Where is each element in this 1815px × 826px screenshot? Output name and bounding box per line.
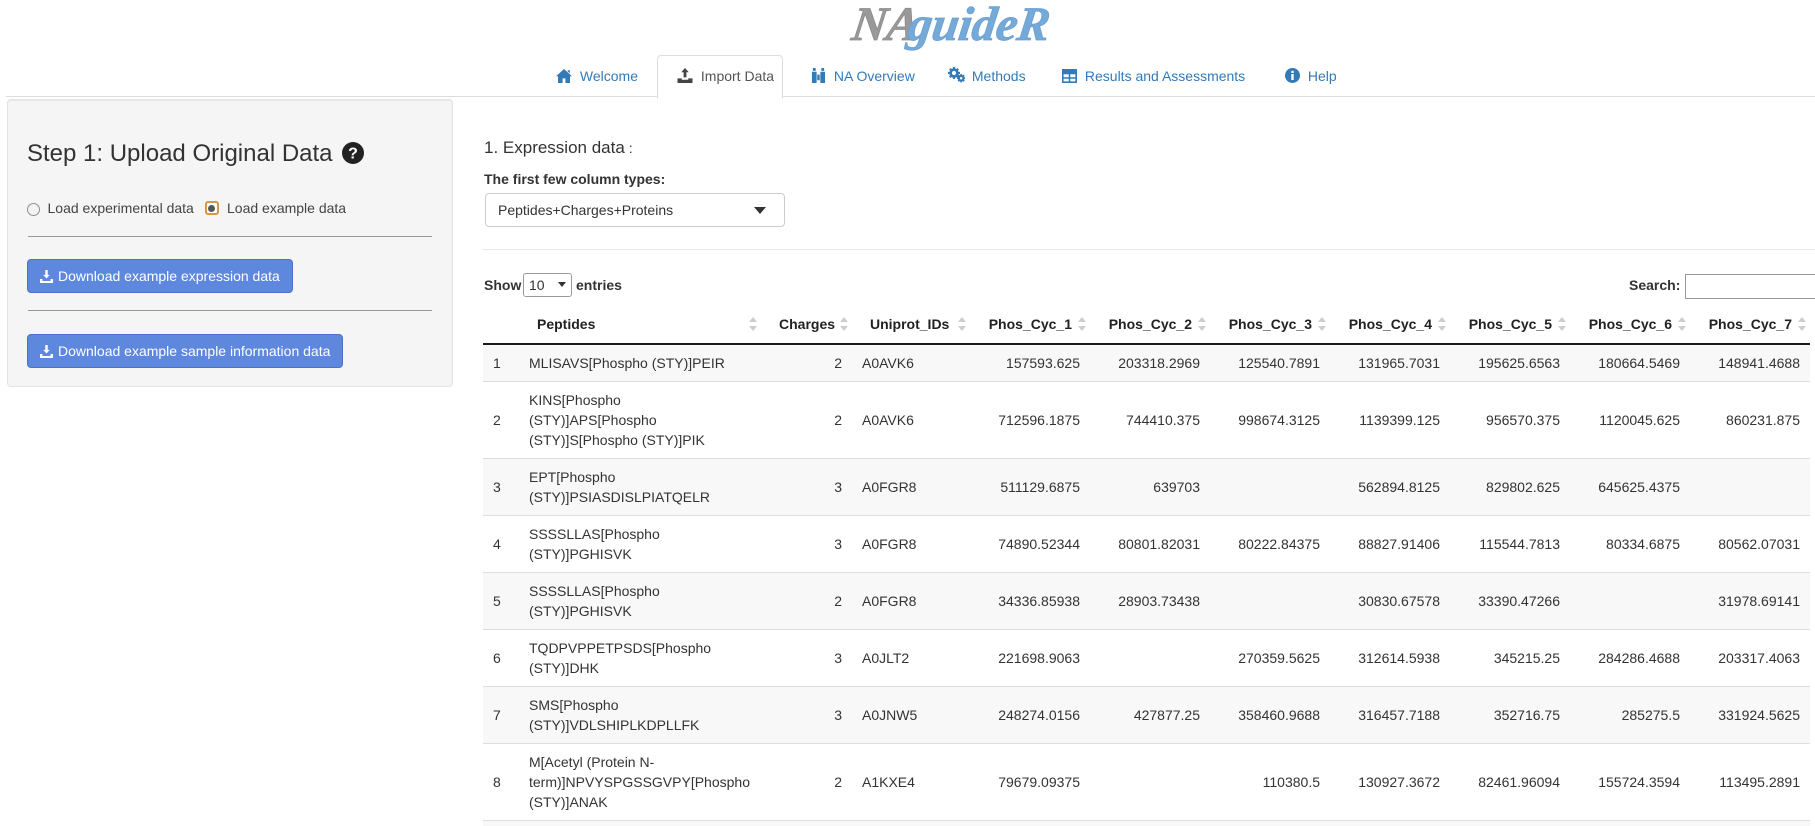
svg-text:guideR: guideR (904, 0, 1054, 51)
svg-text:?: ? (348, 146, 358, 163)
